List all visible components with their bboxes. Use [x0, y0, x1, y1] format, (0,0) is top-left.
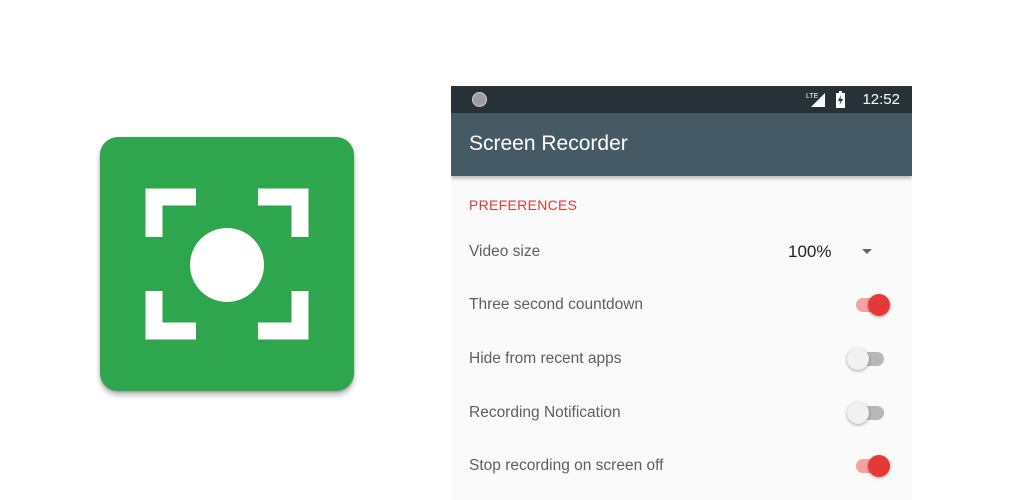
- hide-from-recents-toggle[interactable]: [847, 347, 891, 371]
- battery-charging-icon: [836, 91, 845, 108]
- preferences-header: PREFERENCES: [469, 197, 578, 213]
- status-clock: 12:52: [862, 91, 900, 108]
- app-launcher-icon: [100, 137, 354, 391]
- lte-signal-icon: LTE: [806, 93, 825, 107]
- screen-record-icon: [145, 188, 309, 340]
- setting-label: Three second countdown: [469, 296, 644, 313]
- recording-notification-toggle[interactable]: [847, 401, 891, 425]
- setting-label: Recording Notification: [469, 404, 621, 421]
- video-size-setting[interactable]: Video size 100%: [451, 225, 912, 279]
- dropdown-arrow-icon[interactable]: [862, 249, 872, 254]
- setting-row-recording-notification[interactable]: Recording Notification: [451, 386, 912, 440]
- setting-row-stop-recording-on-screen-off[interactable]: Stop recording on screen off: [451, 439, 912, 493]
- notification-dot-icon: [472, 92, 487, 107]
- svg-text:LTE: LTE: [806, 93, 819, 100]
- status-bar: LTE 12:52: [451, 86, 912, 113]
- setting-label: Stop recording on screen off: [469, 457, 664, 474]
- setting-row-three-second-countdown[interactable]: Three second countdown: [451, 278, 912, 332]
- app-toolbar: Screen Recorder: [451, 113, 912, 176]
- video-size-value: 100%: [788, 242, 832, 261]
- countdown-toggle[interactable]: [853, 293, 891, 317]
- setting-label: Hide from recent apps: [469, 350, 622, 367]
- stop-on-screen-off-toggle[interactable]: [853, 454, 891, 478]
- video-size-label: Video size: [469, 243, 541, 260]
- setting-row-hide-from-recent-apps[interactable]: Hide from recent apps: [451, 332, 912, 386]
- toolbar-title: Screen Recorder: [469, 132, 628, 155]
- phone-screen: LTE 12:52 Screen Recorder PREFERENCES Vi…: [451, 86, 912, 500]
